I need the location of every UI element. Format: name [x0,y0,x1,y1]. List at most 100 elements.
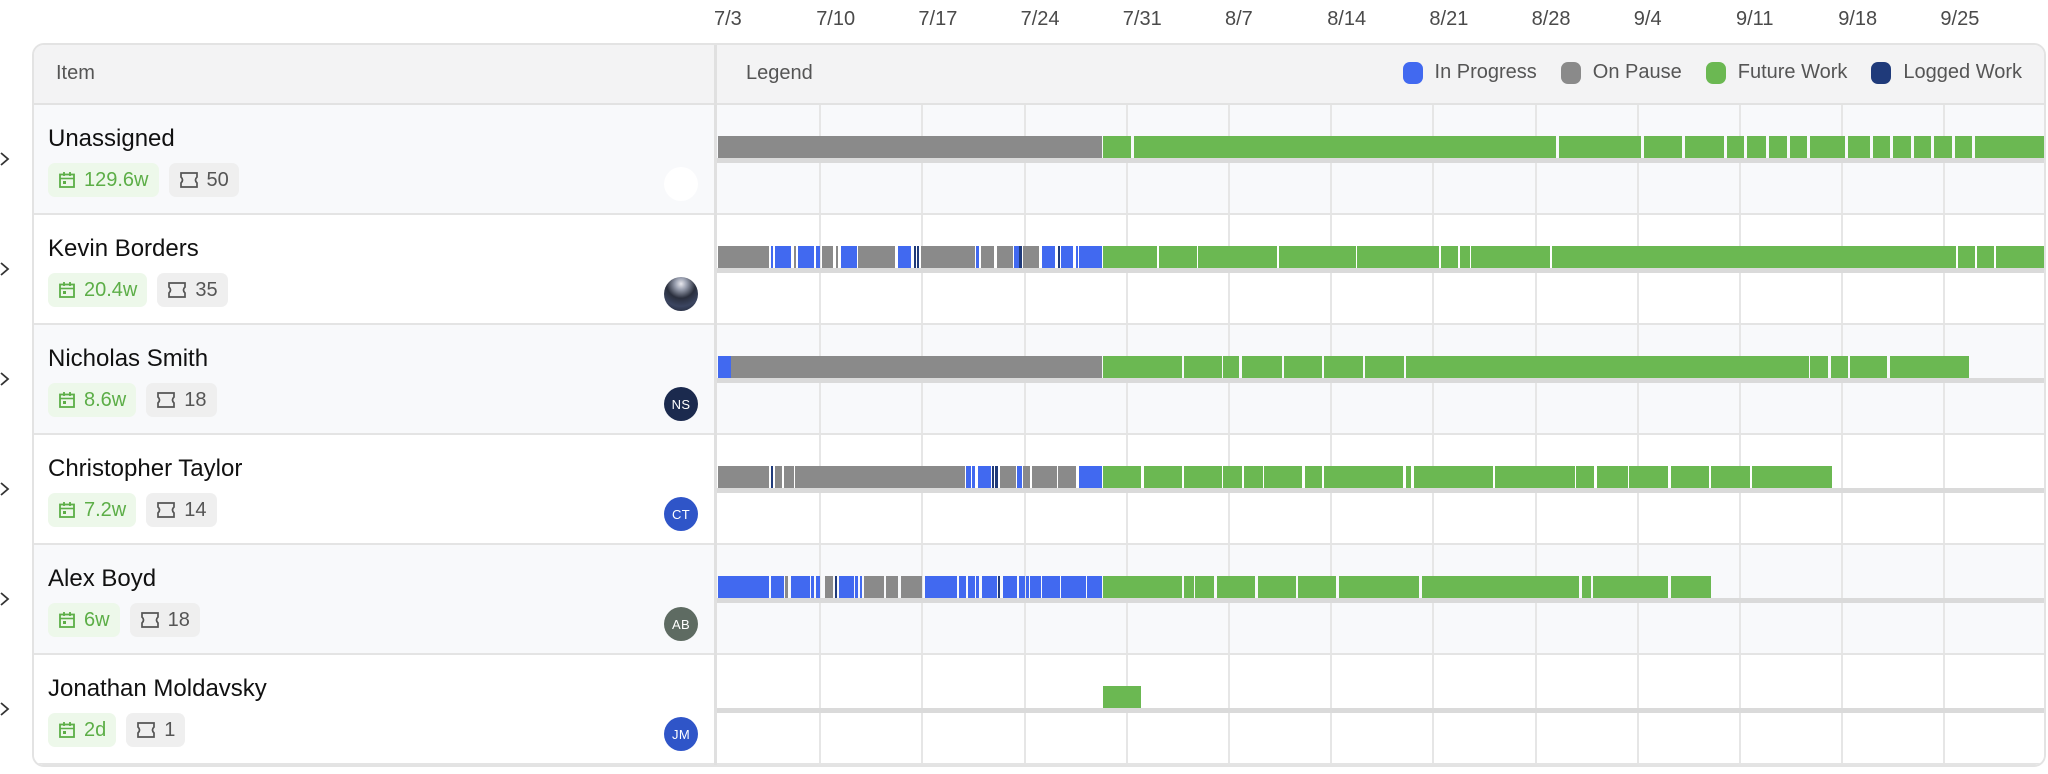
expand-chevron-icon[interactable] [0,369,12,389]
table-row[interactable]: Jonathan Moldavsky 2d 1 JM [34,655,2044,765]
table-row[interactable]: Alex Boyd 6w 18 AB [34,545,2044,655]
gantt-segment-progress[interactable] [859,576,862,598]
expand-chevron-icon[interactable] [0,149,12,169]
gantt-segment-pause[interactable] [718,246,770,268]
gantt-segment-future[interactable] [1629,466,1669,488]
gantt-segment-future[interactable] [1183,576,1194,598]
gantt-segment-progress[interactable] [718,356,732,378]
gantt-segment-future[interactable] [1671,466,1710,488]
gantt-segment-logged[interactable] [770,466,774,488]
gantt-segment-future[interactable] [1357,246,1440,268]
avatar[interactable]: AB [664,607,698,641]
gantt-segment-pause[interactable] [836,246,839,268]
table-row[interactable]: Nicholas Smith 8.6w 18 NS [34,325,2044,435]
gantt-segment-future[interactable] [1258,576,1297,598]
gantt-segment-progress[interactable] [840,246,857,268]
gantt-segment-future[interactable] [1183,466,1222,488]
gantt-segment-pause[interactable] [996,246,1013,268]
gantt-segment-future[interactable] [1582,576,1592,598]
gantt-segment-progress[interactable] [1018,576,1025,598]
gantt-segment-pause[interactable] [920,246,975,268]
gantt-segment-progress[interactable] [1087,576,1102,598]
gantt-segment-logged[interactable] [995,466,999,488]
gantt-segment-progress[interactable] [791,576,810,598]
gantt-segment-future[interactable] [1103,576,1183,598]
gantt-segment-future[interactable] [1592,576,1669,598]
gantt-segment-pause[interactable] [795,466,965,488]
avatar[interactable]: JM [664,717,698,751]
gantt-segment-progress[interactable] [925,576,958,598]
gantt-segment-pause[interactable] [1023,246,1040,268]
gantt-segment-progress[interactable] [972,466,975,488]
gantt-segment-future[interactable] [1890,356,1970,378]
gantt-segment-progress[interactable] [1002,576,1018,598]
gantt-segment-pause[interactable] [1023,466,1031,488]
gantt-segment-future[interactable] [1103,246,1158,268]
gantt-segment-future[interactable] [1976,246,1995,268]
gantt-segment-progress[interactable] [967,576,975,598]
gantt-segment-pause[interactable] [1058,466,1076,488]
gantt-segment-future[interactable] [1103,356,1183,378]
gantt-segment-future[interactable] [1934,136,1952,158]
gantt-segment-pause[interactable] [999,466,1016,488]
gantt-segment-future[interactable] [1158,246,1197,268]
gantt-segment-pause[interactable] [718,136,1102,158]
gantt-segment-future[interactable] [1789,136,1808,158]
gantt-segment-future[interactable] [1134,136,1557,158]
expand-chevron-icon[interactable] [0,479,12,499]
gantt-segment-future[interactable] [1223,466,1243,488]
gantt-segment-pause[interactable] [785,576,789,598]
gantt-segment-future[interactable] [1278,246,1356,268]
gantt-segment-future[interactable] [1643,136,1682,158]
gantt-segment-future[interactable] [1913,136,1932,158]
gantt-segment-future[interactable] [1405,356,1809,378]
gantt-segment-future[interactable] [1297,576,1336,598]
gantt-segment-future[interactable] [1144,466,1183,488]
gantt-segment-progress[interactable] [982,576,997,598]
expand-chevron-icon[interactable] [0,259,12,279]
gantt-segment-future[interactable] [1957,246,1976,268]
gantt-segment-future[interactable] [1684,136,1724,158]
gantt-segment-future[interactable] [1995,246,2044,268]
gantt-segment-pause[interactable] [980,246,994,268]
gantt-segment-pause[interactable] [824,576,834,598]
gantt-segment-progress[interactable] [1078,246,1102,268]
gantt-segment-pause[interactable] [900,576,923,598]
gantt-segment-progress[interactable] [1017,466,1022,488]
gantt-segment-progress[interactable] [839,576,854,598]
table-row[interactable]: Unassigned 129.6w 50 [34,105,2044,215]
gantt-segment-pause[interactable] [1031,466,1057,488]
gantt-segment-logged[interactable] [916,246,920,268]
gantt-segment-future[interactable] [1830,356,1849,378]
gantt-segment-future[interactable] [1103,686,1142,708]
table-row[interactable]: Christopher Taylor 7.2w 14 CT [34,435,2044,545]
gantt-segment-future[interactable] [1751,466,1832,488]
gantt-segment-future[interactable] [1364,356,1405,378]
gantt-segment-future[interactable] [1242,356,1282,378]
gantt-segment-future[interactable] [1440,246,1459,268]
gantt-segment-future[interactable] [1596,466,1628,488]
gantt-segment-future[interactable] [1217,576,1256,598]
gantt-segment-progress[interactable] [1061,576,1086,598]
avatar[interactable] [664,277,698,311]
column-divider[interactable] [714,45,717,765]
gantt-segment-future[interactable] [1323,466,1403,488]
gantt-segment-progress[interactable] [897,246,911,268]
gantt-segment-future[interactable] [1848,136,1870,158]
gantt-segment-progress[interactable] [774,246,791,268]
gantt-segment-future[interactable] [1551,246,1957,268]
gantt-segment-logged[interactable] [992,466,995,488]
gantt-segment-logged[interactable] [913,246,916,268]
gantt-segment-pause[interactable] [885,576,898,598]
gantt-segment-future[interactable] [1494,466,1576,488]
table-row[interactable]: Kevin Borders 20.4w 35 [34,215,2044,325]
gantt-segment-pause[interactable] [864,576,885,598]
gantt-segment-future[interactable] [1243,466,1263,488]
gantt-segment-future[interactable] [1195,576,1215,598]
gantt-segment-future[interactable] [1284,356,1323,378]
gantt-segment-future[interactable] [1405,466,1412,488]
gantt-segment-progress[interactable] [718,576,770,598]
gantt-segment-future[interactable] [1471,246,1551,268]
gantt-segment-logged[interactable] [1018,246,1022,268]
gantt-segment-pause[interactable] [821,246,834,268]
